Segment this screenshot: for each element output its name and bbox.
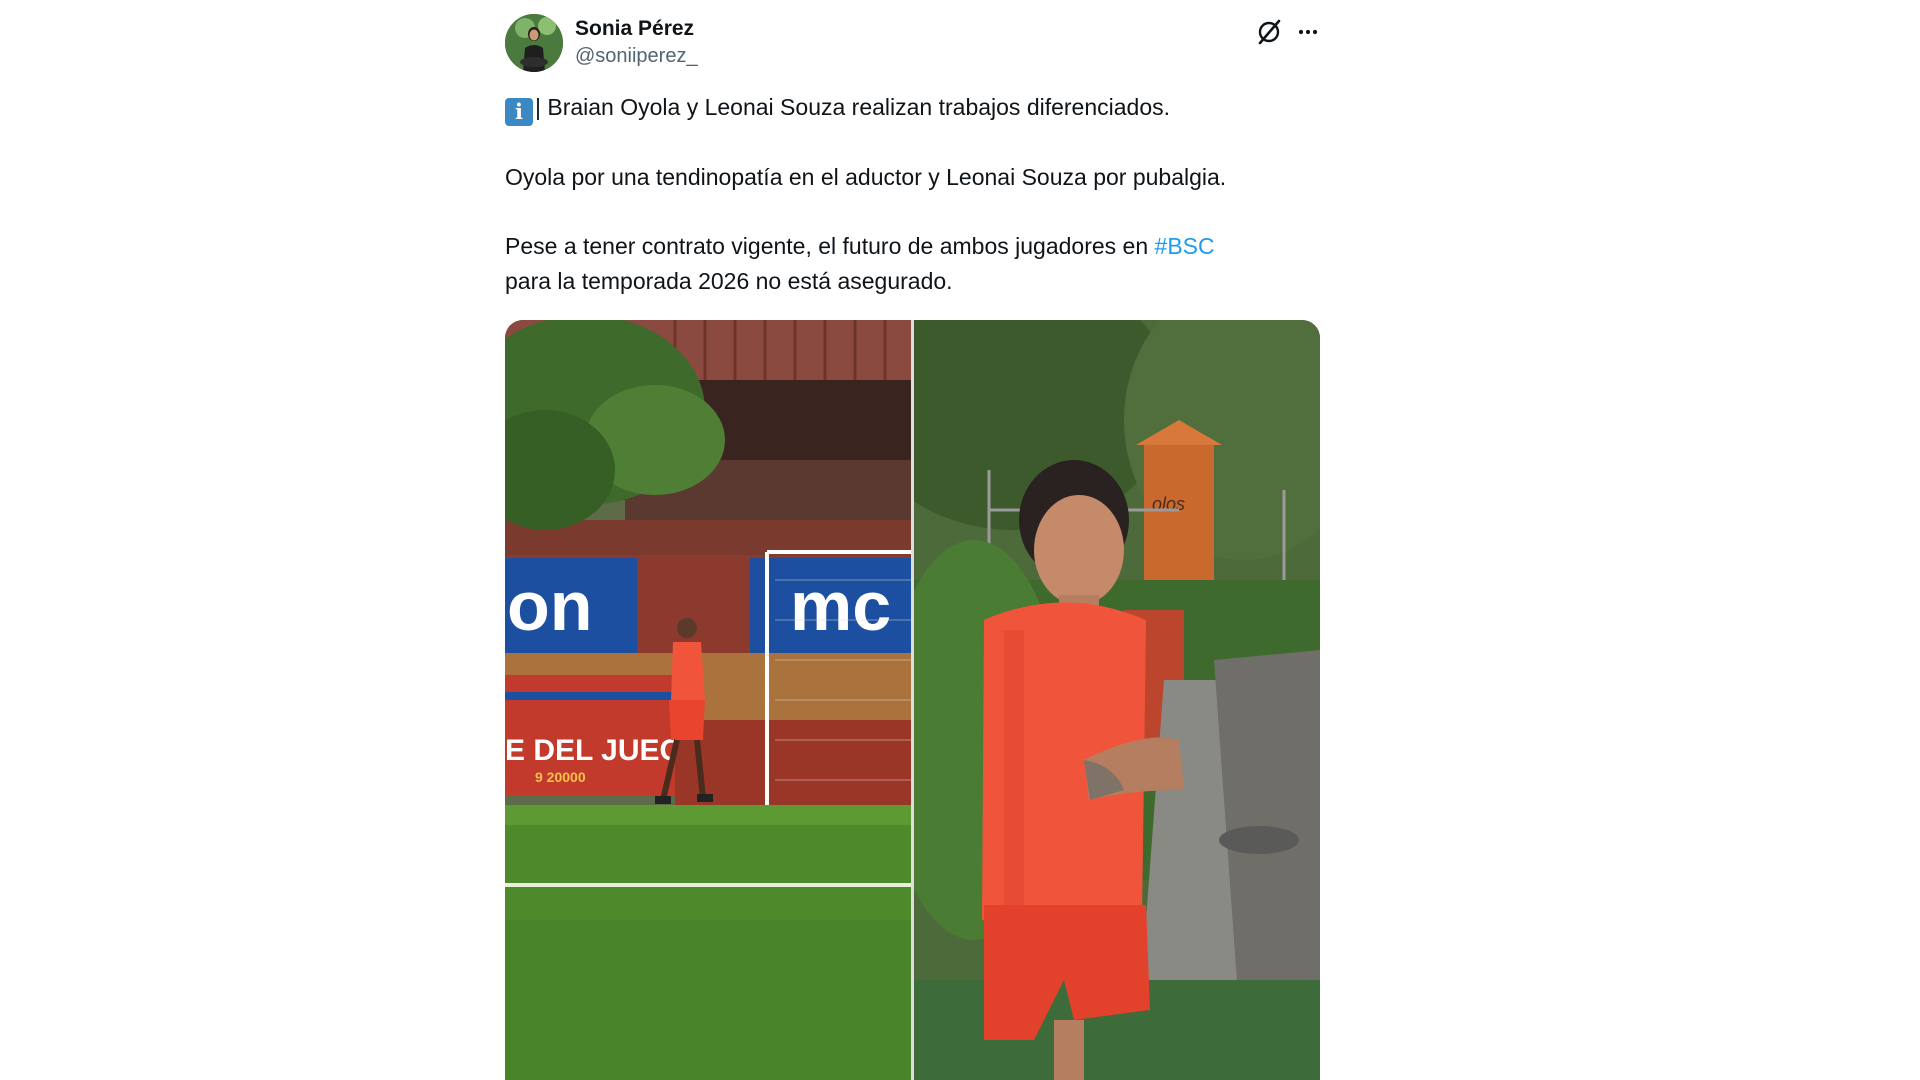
tweet-line-3: Pese a tener contrato vigente, el futuro… bbox=[505, 229, 1320, 264]
tweet-line-1: i | Braian Oyola y Leonai Souza realizan … bbox=[505, 90, 1320, 126]
board-text: E DEL JUEG bbox=[505, 734, 683, 767]
banner-text-right: mc bbox=[790, 567, 891, 645]
more-horizontal-icon[interactable] bbox=[1292, 16, 1324, 48]
tweet-line-2: Oyola por una tendinopatía en el aductor… bbox=[505, 164, 1227, 190]
tweet-text: i | Braian Oyola y Leonai Souza realizan … bbox=[505, 90, 1320, 299]
board-subtext: 9 20000 bbox=[535, 769, 586, 785]
tweet-media: on mc E DEL JUEG 9 20000 olos bbox=[505, 320, 1320, 1080]
information-icon: i bbox=[505, 98, 533, 126]
banner-text-left: on bbox=[507, 567, 593, 645]
avatar[interactable] bbox=[505, 14, 563, 72]
tweet-line-1-text: | Braian Oyola y Leonai Souza realizan t… bbox=[535, 94, 1171, 120]
author-display-name[interactable]: Sonia Pérez bbox=[575, 16, 698, 42]
media-photo-right[interactable]: olos bbox=[914, 320, 1320, 1080]
author-handle[interactable]: @soniiperez_ bbox=[575, 42, 698, 70]
tweet-card: Sonia Pérez @soniiperez_ i | Braian Oyola… bbox=[505, 0, 1320, 1080]
tweet-line-4: para la temporada 2026 no está asegurado… bbox=[505, 268, 953, 294]
grok-icon[interactable] bbox=[1253, 16, 1285, 48]
author-names: Sonia Pérez @soniiperez_ bbox=[575, 16, 698, 70]
tweet-line-3-text: Pese a tener contrato vigente, el futuro… bbox=[505, 233, 1155, 259]
media-photo-left[interactable]: on mc E DEL JUEG 9 20000 bbox=[505, 320, 911, 1080]
tweet-header: Sonia Pérez @soniiperez_ bbox=[505, 14, 1320, 76]
hashtag-link[interactable]: #BSC bbox=[1155, 233, 1215, 259]
